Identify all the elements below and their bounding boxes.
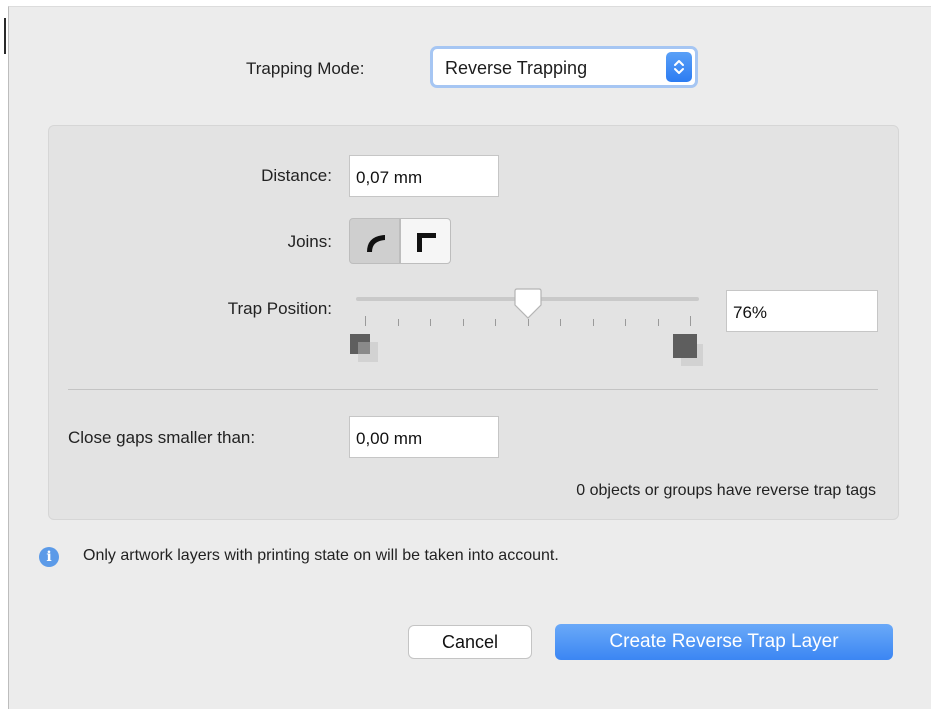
trap-inside-swatch-icon [350,334,378,362]
slider-tick [657,319,659,326]
slider-tick [690,316,691,326]
group-divider [68,389,878,390]
trap-position-field[interactable]: 76% [726,290,878,332]
trapping-mode-popup[interactable]: Reverse Trapping [430,46,698,88]
slider-tick [592,319,594,326]
slider-tick [462,319,464,326]
popup-stepper-icon [666,52,692,82]
trap-position-slider-thumb[interactable] [513,287,542,321]
joins-segmented-control [349,218,453,264]
close-gaps-label: Close gaps smaller than: [68,428,256,447]
reverse-trap-tags-status: 0 objects or groups have reverse trap ta… [576,482,876,499]
slider-tick [397,319,399,326]
trapping-mode-label: Trapping Mode: [246,59,365,78]
round-join-icon [367,235,385,252]
joins-label: Joins: [287,232,332,251]
distance-field[interactable]: 0,07 mm [349,155,499,197]
round-join-button[interactable] [349,218,400,264]
slider-tick [560,319,561,326]
cancel-button[interactable]: Cancel [408,625,532,659]
distance-label: Distance: [261,166,332,185]
info-message: Only artwork layers with printing state … [83,547,559,564]
window-edge [4,18,6,54]
slider-tick [495,319,496,326]
trapping-mode-value: Reverse Trapping [445,58,588,78]
slider-tick [527,319,529,326]
create-reverse-trap-layer-button[interactable]: Create Reverse Trap Layer [555,624,893,660]
trap-position-label: Trap Position: [227,299,332,318]
info-icon: i [39,547,59,567]
miter-join-button[interactable] [400,218,451,264]
slider-tick [625,319,626,326]
trap-outside-swatch-icon [673,334,703,366]
miter-join-icon [417,233,436,252]
slider-tick [430,319,431,326]
slider-tick [365,316,366,326]
close-gaps-field[interactable]: 0,00 mm [349,416,499,458]
